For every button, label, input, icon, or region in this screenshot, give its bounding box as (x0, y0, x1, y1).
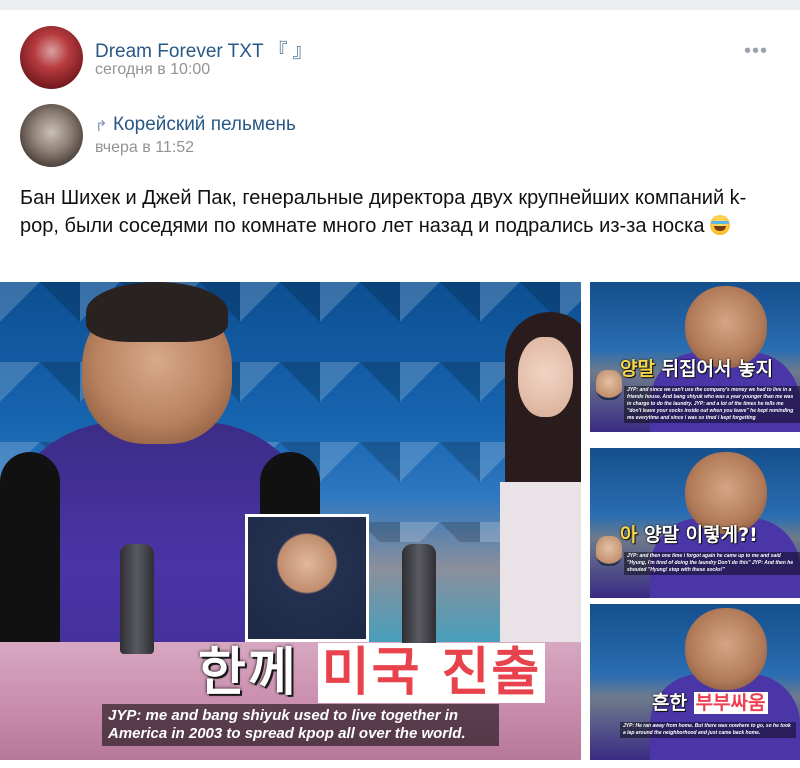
post-text-body: Бан Шихек и Джей Пак, генеральные директ… (20, 187, 747, 237)
man-sleeve-left (0, 452, 60, 652)
repost-source-name[interactable]: Корейский пельмень (113, 114, 296, 135)
repost-source[interactable]: ↱ Корейский пельмень (95, 114, 296, 136)
source-avatar[interactable] (20, 104, 83, 167)
woman-face (518, 337, 573, 417)
thumb-subtitle: JYP: and then one time i forgot again he… (624, 552, 800, 575)
post-text: Бан Шихек и Джей Пак, генеральные директ… (20, 184, 760, 240)
thumbnail-2[interactable]: 아 양말 이렇게?! JYP: and then one time i forg… (590, 448, 800, 598)
water-bottle (120, 544, 154, 654)
thumb-subtitle: JYP: He ran away from home. But there wa… (620, 722, 796, 738)
top-strip (0, 0, 800, 10)
man-hair (86, 282, 228, 342)
repost-time[interactable]: вчера в 11:52 (95, 139, 194, 157)
inset-portrait (245, 514, 369, 642)
thumb-face (685, 608, 767, 690)
thumb-caption: 아 양말 이렇게?! (620, 520, 758, 547)
more-dots-icon[interactable]: ••• (744, 40, 768, 63)
korean-caption: 한께 미국 진출 (198, 630, 546, 705)
post-card: Dream Forever TXT 『 』 сегодня в 10:00 ••… (0, 0, 800, 768)
caption-white: 한께 (198, 643, 298, 703)
main-photo[interactable]: 한께 미국 진출 JYP: me and bang shiyuk used to… (0, 282, 581, 760)
repost-arrow-icon: ↱ (95, 118, 108, 135)
thumb-caption: 흔한 부부싸움 (652, 688, 768, 715)
caption-white: 흔한 (652, 692, 694, 714)
thumb-inset (596, 370, 622, 400)
repost-header: ↱ Корейский пельмень вчера в 11:52 (20, 104, 780, 168)
thumbnail-1[interactable]: 양말 뒤집어서 놓지 JYP: and since we can't use t… (590, 282, 800, 432)
caption-white: 양말 이렇게?! (637, 524, 758, 546)
caption-yellow: 양말 (620, 358, 655, 380)
author-avatar[interactable] (20, 26, 83, 89)
post-header: Dream Forever TXT 『 』 сегодня в 10:00 ••… (20, 26, 780, 90)
caption-red: 미국 진출 (317, 643, 546, 703)
tears-of-joy-emoji-icon (710, 215, 731, 235)
thumb-caption: 양말 뒤집어서 놓지 (620, 354, 773, 381)
author-name[interactable]: Dream Forever TXT 『 』 (95, 36, 312, 63)
caption-white: 뒤집어서 놓지 (654, 358, 774, 380)
thumbnail-3[interactable]: 흔한 부부싸움 JYP: He ran away from home. But … (590, 604, 800, 760)
thumb-subtitle: JYP: and since we can't use the company'… (624, 386, 800, 423)
subtitle: JYP: me and bang shiyuk used to live tog… (102, 704, 499, 746)
thumb-inset (596, 536, 622, 566)
post-time[interactable]: сегодня в 10:00 (95, 61, 210, 79)
caption-yellow: 아 (620, 524, 638, 546)
caption-red: 부부싸움 (693, 692, 768, 714)
